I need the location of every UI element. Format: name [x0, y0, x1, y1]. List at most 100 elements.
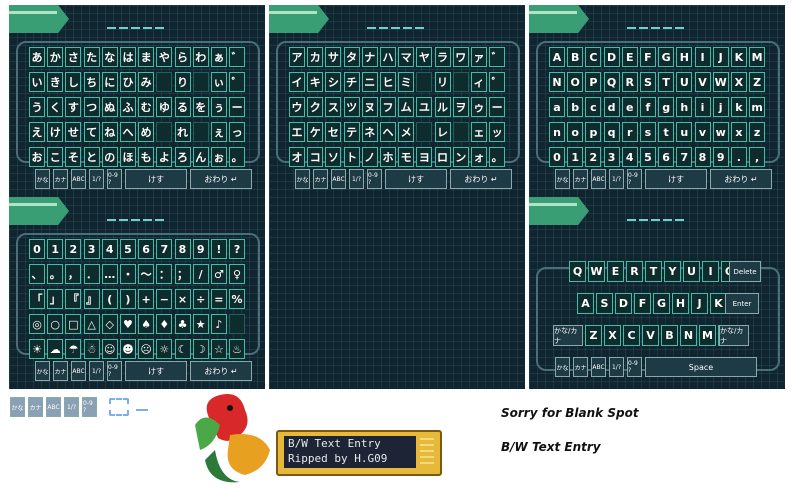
- key[interactable]: し: [65, 72, 82, 92]
- key[interactable]: タ: [343, 47, 360, 67]
- key[interactable]: リ: [434, 72, 451, 92]
- key[interactable]: ゛: [489, 47, 506, 67]
- qwerty-key[interactable]: D: [615, 293, 632, 314]
- key[interactable]: I: [694, 47, 711, 67]
- key[interactable]: ☺: [101, 339, 118, 359]
- key[interactable]: お: [29, 147, 45, 167]
- key[interactable]: a: [549, 97, 565, 117]
- key[interactable]: ミ: [398, 72, 415, 92]
- key[interactable]: ン: [452, 147, 469, 167]
- mode-button[interactable]: かな: [555, 357, 570, 377]
- qwerty-key[interactable]: Q: [569, 261, 586, 282]
- key[interactable]: ヤ: [416, 47, 433, 67]
- key[interactable]: 6: [658, 147, 675, 167]
- key[interactable]: ス: [325, 97, 342, 117]
- key[interactable]: ☀: [29, 339, 45, 359]
- key[interactable]: G: [658, 47, 675, 67]
- qwerty-key[interactable]: F: [634, 293, 651, 314]
- key[interactable]: ぇ: [210, 122, 227, 142]
- key[interactable]: !: [210, 239, 227, 259]
- key[interactable]: ♣: [174, 314, 191, 334]
- key[interactable]: x: [730, 122, 747, 142]
- mode-button[interactable]: かな: [35, 169, 50, 189]
- key[interactable]: Z: [749, 72, 766, 92]
- qwerty-key[interactable]: V: [642, 325, 659, 346]
- key[interactable]: i: [694, 97, 711, 117]
- key[interactable]: 。: [489, 147, 506, 167]
- key[interactable]: k: [730, 97, 747, 117]
- key[interactable]: れ: [174, 122, 191, 142]
- key[interactable]: い: [29, 72, 45, 92]
- key[interactable]: ム: [398, 97, 415, 117]
- key[interactable]: 、: [29, 264, 45, 284]
- key[interactable]: A: [549, 47, 565, 67]
- key[interactable]: テ: [343, 122, 360, 142]
- key[interactable]: B: [567, 47, 584, 67]
- key[interactable]: 0: [29, 239, 45, 259]
- key[interactable]: ぁ: [210, 47, 227, 67]
- key[interactable]: …: [101, 264, 118, 284]
- key[interactable]: /: [192, 264, 209, 284]
- key[interactable]: ハ: [379, 47, 396, 67]
- key[interactable]: せ: [65, 122, 82, 142]
- done-button[interactable]: おわり ↵: [190, 169, 252, 189]
- key[interactable]: +: [138, 289, 155, 309]
- mode-button[interactable]: ABC: [71, 361, 86, 381]
- qwerty-key[interactable]: W: [588, 261, 605, 282]
- key[interactable]: ☽: [192, 339, 209, 359]
- qwerty-key[interactable]: H: [672, 293, 689, 314]
- key[interactable]: ォ: [470, 147, 487, 167]
- key[interactable]: v: [694, 122, 711, 142]
- key[interactable]: e: [621, 97, 638, 117]
- key[interactable]: ト: [343, 147, 360, 167]
- key[interactable]: 『: [65, 289, 82, 309]
- mode-button[interactable]: かな: [35, 361, 50, 381]
- key[interactable]: U: [676, 72, 693, 92]
- key[interactable]: さ: [65, 47, 82, 67]
- key[interactable]: s: [639, 122, 656, 142]
- key[interactable]: X: [730, 72, 747, 92]
- key[interactable]: イ: [289, 72, 305, 92]
- key[interactable]: ア: [289, 47, 305, 67]
- key[interactable]: サ: [325, 47, 342, 67]
- key[interactable]: ふ: [119, 97, 136, 117]
- key[interactable]: こ: [47, 147, 64, 167]
- qwerty-key[interactable]: I: [702, 261, 719, 282]
- key[interactable]: ,: [749, 147, 766, 167]
- key[interactable]: く: [47, 97, 64, 117]
- key[interactable]: =: [210, 289, 227, 309]
- key[interactable]: は: [119, 47, 136, 67]
- key[interactable]: P: [585, 72, 602, 92]
- key[interactable]: ÷: [192, 289, 209, 309]
- done-button[interactable]: おわり ↵: [710, 169, 772, 189]
- key[interactable]: p: [585, 122, 602, 142]
- key[interactable]: r: [621, 122, 638, 142]
- key[interactable]: チ: [343, 72, 360, 92]
- key[interactable]: Q: [603, 72, 620, 92]
- key[interactable]: ィ: [470, 72, 487, 92]
- key[interactable]: そ: [65, 147, 82, 167]
- key[interactable]: ★: [192, 314, 209, 334]
- key[interactable]: て: [83, 122, 100, 142]
- key[interactable]: ，: [65, 264, 82, 284]
- key[interactable]: ゥ: [470, 97, 487, 117]
- key[interactable]: 9: [192, 239, 209, 259]
- key[interactable]: ェ: [470, 122, 487, 142]
- key[interactable]: セ: [325, 122, 342, 142]
- key[interactable]: ♂: [210, 264, 227, 284]
- key[interactable]: ケ: [307, 122, 324, 142]
- key[interactable]: ☆: [210, 339, 227, 359]
- qwerty-key[interactable]: U: [683, 261, 700, 282]
- key[interactable]: ゜: [489, 72, 506, 92]
- key[interactable]: 。: [229, 147, 246, 167]
- key[interactable]: ☂: [65, 339, 82, 359]
- key[interactable]: な: [101, 47, 118, 67]
- key[interactable]: ホ: [379, 147, 396, 167]
- key[interactable]: を: [192, 97, 209, 117]
- key[interactable]: ヨ: [416, 147, 433, 167]
- key[interactable]: ；: [174, 264, 191, 284]
- key[interactable]: ユ: [416, 97, 433, 117]
- key[interactable]: C: [585, 47, 602, 67]
- qwerty-key[interactable]: R: [626, 261, 643, 282]
- mode-button[interactable]: 0-9 ?: [367, 169, 382, 189]
